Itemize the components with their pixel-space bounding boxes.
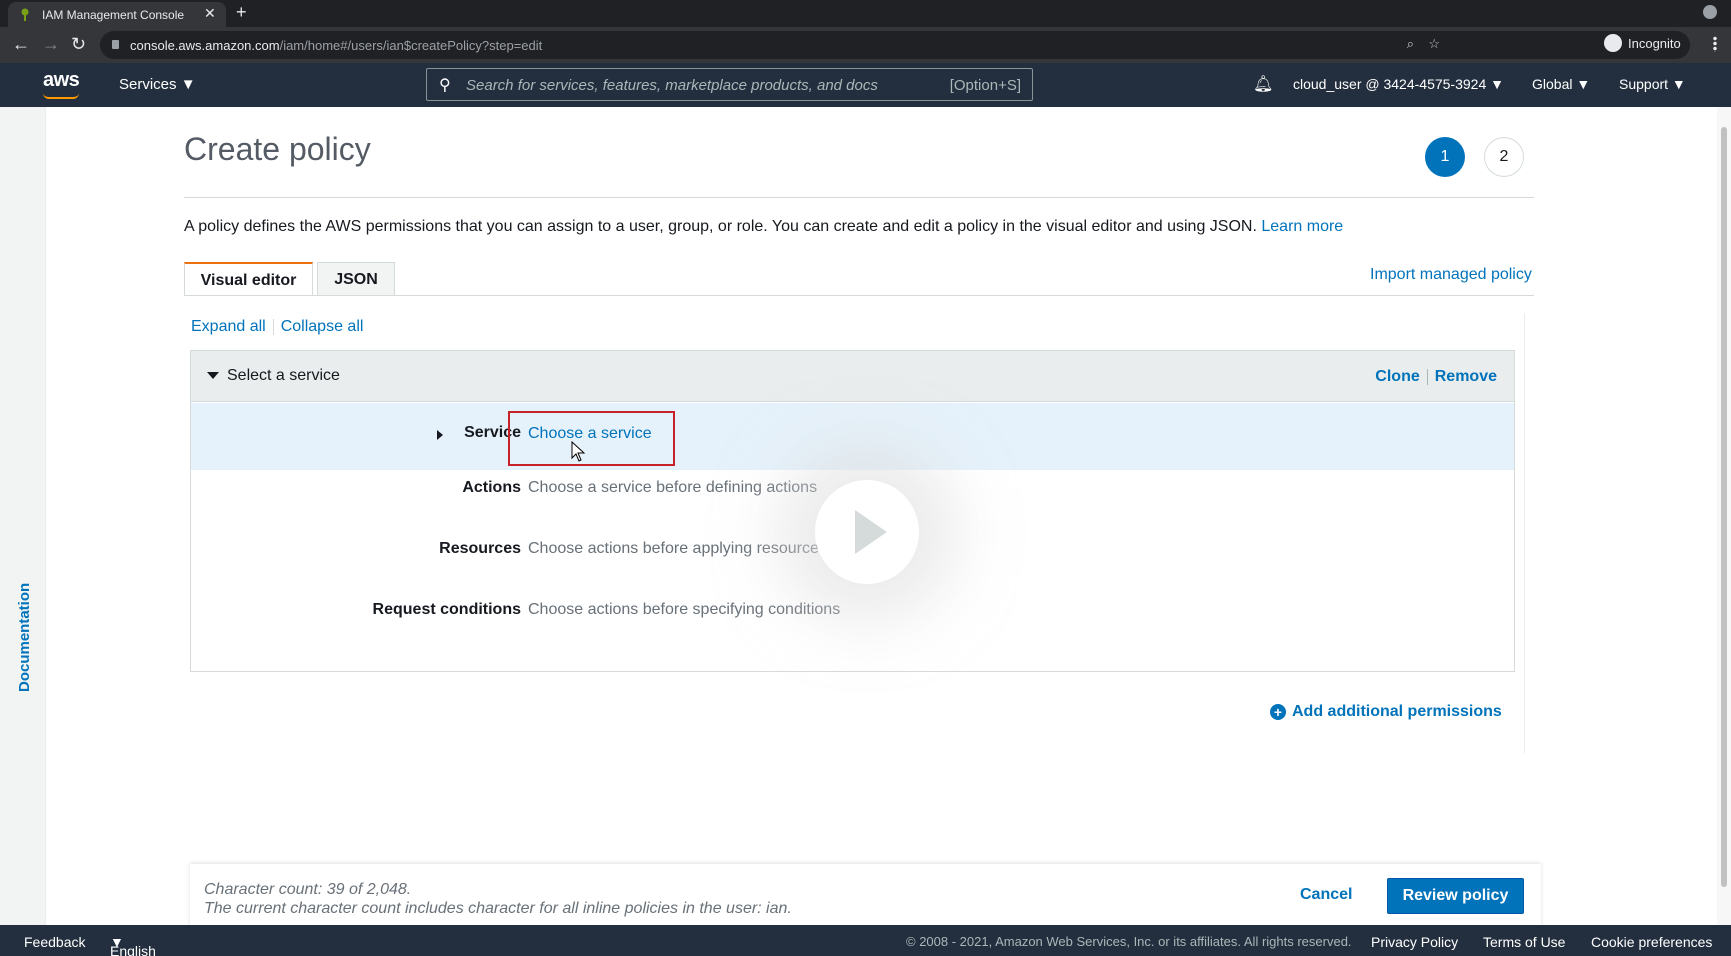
review-policy-button[interactable]: Review policy	[1387, 878, 1524, 914]
search-icon: ⚲	[439, 77, 451, 94]
learn-more-link[interactable]: Learn more	[1261, 218, 1343, 235]
reload-icon[interactable]: ↻	[71, 34, 86, 55]
tab-search-icon[interactable]	[1703, 5, 1717, 19]
url-text: console.aws.amazon.com/iam/home#/users/i…	[130, 38, 543, 53]
browser-tab[interactable]: IAM Management Console ✕	[8, 2, 226, 27]
title-divider	[184, 197, 1534, 198]
statement-header[interactable]: Select a service Clone Remove	[191, 351, 1514, 402]
bookmark-star-icon[interactable]: ☆	[1428, 36, 1440, 52]
play-icon	[855, 510, 887, 554]
editor-border	[1524, 313, 1525, 753]
statement-actions: Clone Remove	[1375, 368, 1497, 386]
privacy-policy-link[interactable]: Privacy Policy	[1371, 934, 1458, 950]
forward-icon[interactable]: →	[42, 34, 60, 55]
cookie-preferences-link[interactable]: Cookie preferences	[1591, 934, 1712, 950]
resources-label: Resources	[439, 540, 521, 557]
service-label: Service	[464, 424, 521, 441]
lock-icon	[112, 40, 119, 49]
caret-down-icon[interactable]	[207, 372, 219, 379]
divider	[1426, 368, 1428, 385]
plus-circle-icon: +	[1270, 704, 1286, 720]
policy-action-bar: Character count: 39 of 2,048. The curren…	[190, 864, 1541, 934]
browser-tab-bar: IAM Management Console ✕ +	[0, 0, 1731, 27]
new-tab-icon[interactable]: +	[236, 2, 247, 23]
import-managed-policy-link[interactable]: Import managed policy	[1370, 266, 1532, 284]
remove-link[interactable]: Remove	[1435, 368, 1497, 385]
request-conditions-label: Request conditions	[372, 601, 521, 618]
step-indicator-1: 1	[1425, 137, 1465, 177]
aws-console-header: aws Services ▼ ⚲ Search for services, fe…	[0, 63, 1731, 107]
terms-of-use-link[interactable]: Terms of Use	[1483, 934, 1565, 950]
service-search-input[interactable]: ⚲ Search for services, features, marketp…	[426, 68, 1033, 101]
character-count: Character count: 39 of 2,048. The curren…	[204, 881, 792, 917]
expand-collapse-controls: Expand all Collapse all	[191, 318, 363, 336]
step-indicator-2: 2	[1484, 137, 1524, 177]
divider	[272, 318, 274, 335]
close-tab-icon[interactable]: ✕	[204, 5, 216, 22]
address-bar[interactable]: console.aws.amazon.com/iam/home#/users/i…	[100, 31, 1690, 59]
aws-favicon-icon	[21, 8, 29, 21]
statement-title: Select a service	[227, 367, 340, 384]
services-menu-button[interactable]: Services ▼	[119, 76, 196, 93]
tab-json[interactable]: JSON	[317, 262, 395, 296]
zoom-icon[interactable]: ⌕	[1407, 36, 1414, 52]
language-selector[interactable]: English (US) ▼	[110, 934, 156, 956]
support-menu-button[interactable]: Support ▼	[1619, 76, 1686, 92]
search-placeholder: Search for services, features, marketpla…	[466, 77, 878, 94]
page-title: Create policy	[184, 131, 371, 167]
browser-toolbar: ← → ↻ console.aws.amazon.com/iam/home#/u…	[0, 27, 1731, 63]
notifications-bell-icon[interactable]: 🔔︎	[1253, 74, 1273, 94]
documentation-rail: Documentation	[0, 107, 46, 925]
incognito-icon	[1604, 34, 1622, 52]
actions-value: Choose a service before defining actions	[528, 479, 818, 496]
request-conditions-value: Choose actions before specifying conditi…	[528, 601, 841, 618]
incognito-indicator[interactable]: Incognito	[1604, 34, 1681, 52]
clone-link[interactable]: Clone	[1375, 368, 1419, 385]
search-shortcut-hint: [Option+S]	[949, 77, 1021, 94]
resources-value: Choose actions before applying resources	[528, 540, 827, 557]
collapse-all-link[interactable]: Collapse all	[281, 318, 364, 335]
region-menu-button[interactable]: Global ▼	[1532, 76, 1590, 92]
back-icon[interactable]: ←	[12, 34, 30, 55]
cancel-button[interactable]: Cancel	[1300, 886, 1352, 904]
aws-smile-icon	[43, 93, 79, 99]
tabs-divider	[184, 295, 1534, 296]
browser-menu-icon[interactable]	[1713, 36, 1717, 52]
tab-visual-editor[interactable]: Visual editor	[184, 262, 313, 296]
scrollbar-thumb[interactable]	[1721, 127, 1727, 887]
account-menu-button[interactable]: cloud_user @ 3424-4575-3924 ▼	[1293, 76, 1504, 92]
mouse-cursor-icon	[571, 441, 585, 462]
expand-all-link[interactable]: Expand all	[191, 318, 266, 335]
add-additional-permissions-button[interactable]: + Add additional permissions	[1270, 703, 1502, 721]
incognito-label: Incognito	[1628, 35, 1681, 51]
copyright-text: © 2008 - 2021, Amazon Web Services, Inc.…	[906, 934, 1352, 949]
console-footer: Feedback English (US) ▼ © 2008 - 2021, A…	[0, 925, 1731, 956]
choose-a-service-link[interactable]: Choose a service	[528, 425, 652, 443]
character-count-note: The current character count includes cha…	[204, 900, 792, 917]
feedback-link[interactable]: Feedback	[24, 934, 85, 950]
actions-label: Actions	[462, 479, 521, 496]
page-scrollbar[interactable]	[1717, 107, 1731, 925]
intro-text: A policy defines the AWS permissions tha…	[184, 218, 1344, 235]
browser-tab-title: IAM Management Console	[42, 8, 185, 22]
add-permissions-label: Add additional permissions	[1292, 703, 1502, 720]
aws-logo[interactable]: aws	[43, 69, 80, 99]
video-play-overlay[interactable]	[815, 480, 919, 584]
documentation-toggle[interactable]: Documentation	[16, 583, 33, 692]
service-row: Service Choose a service	[191, 403, 1514, 470]
